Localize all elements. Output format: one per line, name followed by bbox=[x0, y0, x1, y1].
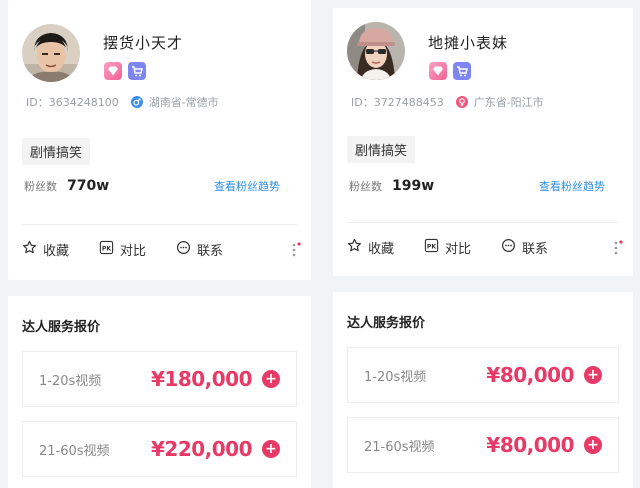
chat-icon bbox=[501, 238, 516, 257]
influencer-id: ID：3727488453 bbox=[351, 96, 444, 109]
price-label: 1-20s视频 bbox=[364, 369, 427, 385]
profile-card: 地摊小表妹 ID：3727488453 广东省-阳江市 剧情搞笑 粉丝数 199… bbox=[333, 8, 633, 276]
influencer-column-right: 地摊小表妹 ID：3727488453 广东省-阳江市 剧情搞笑 粉丝数 199… bbox=[333, 8, 633, 488]
fans-count: 770w bbox=[67, 178, 110, 194]
plus-icon[interactable]: + bbox=[584, 366, 602, 384]
influencer-name[interactable]: 摆货小天才 bbox=[103, 32, 183, 53]
profile-card: 摆货小天才 ID：3634248100 湖南省-常德市 剧情搞笑 粉丝数 770… bbox=[8, 0, 311, 280]
pk-icon: PK bbox=[99, 240, 114, 259]
price-item: 21-60s视频 ¥80,000 + bbox=[347, 417, 619, 473]
price-item: 21-60s视频 ¥220,000 + bbox=[22, 421, 297, 477]
female-icon bbox=[455, 96, 468, 108]
chat-icon bbox=[176, 240, 191, 259]
contact-label: 联系 bbox=[197, 244, 224, 259]
compare-button[interactable]: PK 对比 bbox=[99, 240, 146, 259]
id-row: ID：3634248100 湖南省-常德市 bbox=[26, 94, 219, 110]
more-dots-icon[interactable] bbox=[291, 241, 301, 259]
plus-icon[interactable]: + bbox=[262, 370, 280, 388]
svg-text:PK: PK bbox=[427, 243, 436, 250]
fans-row: 粉丝数 770w 查看粉丝趋势 bbox=[24, 178, 280, 194]
compare-label: 对比 bbox=[445, 242, 472, 257]
price-item: 1-20s视频 ¥180,000 + bbox=[22, 351, 297, 407]
price-title: 达人服务报价 bbox=[347, 316, 426, 331]
plus-icon[interactable]: + bbox=[584, 436, 602, 454]
influencer-name[interactable]: 地摊小表妹 bbox=[428, 32, 508, 53]
badge-row bbox=[104, 62, 146, 80]
pk-icon: PK bbox=[424, 238, 439, 257]
influencer-column-left: 摆货小天才 ID：3634248100 湖南省-常德市 剧情搞笑 粉丝数 770… bbox=[8, 0, 311, 488]
star-icon bbox=[347, 238, 362, 257]
fans-row: 粉丝数 199w 查看粉丝趋势 bbox=[349, 178, 605, 194]
favorite-label: 收藏 bbox=[43, 244, 70, 259]
compare-label: 对比 bbox=[120, 244, 147, 259]
male-icon bbox=[130, 96, 143, 108]
diamond-badge-icon bbox=[104, 62, 122, 80]
action-bar: 收藏 PK 对比 联系 bbox=[22, 240, 301, 259]
svg-text:PK: PK bbox=[102, 245, 111, 252]
divider bbox=[347, 222, 619, 223]
avatar[interactable] bbox=[22, 24, 80, 82]
badge-row bbox=[429, 62, 471, 80]
price-label: 21-60s视频 bbox=[39, 443, 110, 459]
category-tag: 剧情搞笑 bbox=[22, 138, 91, 165]
location: 广东省-阳江市 bbox=[473, 96, 544, 109]
avatar[interactable] bbox=[347, 22, 405, 80]
action-bar: 收藏 PK 对比 联系 bbox=[347, 238, 623, 257]
star-icon bbox=[22, 240, 37, 259]
contact-button[interactable]: 联系 bbox=[501, 238, 548, 257]
price-title: 达人服务报价 bbox=[22, 320, 101, 335]
fans-count: 199w bbox=[392, 178, 435, 194]
cart-badge-icon bbox=[128, 62, 146, 80]
category-tag: 剧情搞笑 bbox=[347, 136, 416, 163]
price-value: ¥180,000 bbox=[150, 367, 253, 391]
contact-button[interactable]: 联系 bbox=[176, 240, 223, 259]
fans-label: 粉丝数 bbox=[349, 180, 382, 193]
id-row: ID：3727488453 广东省-阳江市 bbox=[351, 94, 544, 110]
location: 湖南省-常德市 bbox=[148, 96, 219, 109]
contact-label: 联系 bbox=[522, 242, 549, 257]
influencer-id: ID：3634248100 bbox=[26, 96, 119, 109]
price-item: 1-20s视频 ¥80,000 + bbox=[347, 347, 619, 403]
price-label: 1-20s视频 bbox=[39, 373, 102, 389]
price-card: 达人服务报价 1-20s视频 ¥80,000 + 21-60s视频 ¥80,00… bbox=[333, 292, 633, 488]
price-card: 达人服务报价 1-20s视频 ¥180,000 + 21-60s视频 ¥220,… bbox=[8, 296, 311, 488]
favorite-button[interactable]: 收藏 bbox=[22, 240, 69, 259]
compare-button[interactable]: PK 对比 bbox=[424, 238, 471, 257]
price-value: ¥220,000 bbox=[150, 437, 253, 461]
fans-label: 粉丝数 bbox=[24, 180, 57, 193]
favorite-label: 收藏 bbox=[368, 242, 395, 257]
fans-trend-link[interactable]: 查看粉丝趋势 bbox=[539, 178, 605, 194]
price-value: ¥80,000 bbox=[486, 433, 574, 457]
divider bbox=[22, 224, 297, 225]
cart-badge-icon bbox=[453, 62, 471, 80]
plus-icon[interactable]: + bbox=[262, 440, 280, 458]
fans-trend-link[interactable]: 查看粉丝趋势 bbox=[214, 178, 280, 194]
favorite-button[interactable]: 收藏 bbox=[347, 238, 394, 257]
diamond-badge-icon bbox=[429, 62, 447, 80]
price-label: 21-60s视频 bbox=[364, 439, 435, 455]
price-value: ¥80,000 bbox=[486, 363, 574, 387]
more-dots-icon[interactable] bbox=[613, 239, 623, 257]
